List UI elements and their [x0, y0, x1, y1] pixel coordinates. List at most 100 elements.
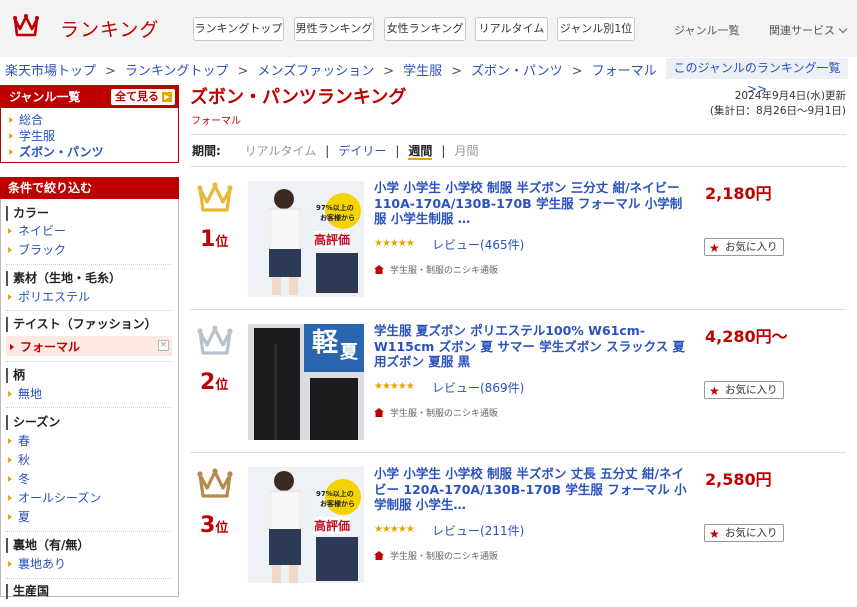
triangle-bullet-icon: [8, 476, 12, 482]
ranking-logo-text[interactable]: ランキング: [60, 15, 159, 42]
crown-gold-icon: [197, 182, 233, 212]
filter-color-navy[interactable]: ネイビー: [8, 223, 66, 239]
ranking-item: 3位 97%以上の お客様から 高評価 小学 小学生 小学校 制服 半ズボン 丈…: [190, 466, 846, 607]
tab-monthly[interactable]: 月間: [454, 144, 478, 158]
breadcrumb-school-uniform[interactable]: 学生服: [403, 64, 442, 79]
nav-genre-first[interactable]: ジャンル別1位: [557, 17, 635, 41]
sidebar: ジャンル一覧 全て見る ▶ 総合 学生服 ズボン・パンツ 条件で絞り込む カラー …: [0, 85, 179, 599]
tab-sep: |: [395, 144, 400, 158]
product-name-link[interactable]: 小学 小学生 小学校 制服 半ズボン 三分丈 紺/ネイビー 110A-170A/…: [374, 180, 694, 227]
tab-sep: |: [441, 144, 446, 158]
filter-item-label: 春: [18, 434, 31, 448]
see-all-button[interactable]: 全て見る ▶: [111, 89, 175, 105]
star-icon: ★: [709, 384, 720, 398]
arrow-right-icon: ▶: [162, 92, 172, 102]
filter-lining-yes[interactable]: 裏地あり: [8, 556, 66, 572]
filter-taste-formal: フォーマル: [10, 338, 80, 355]
genre-item-label: 学生服: [19, 129, 56, 143]
crown-silver-icon: [197, 325, 233, 355]
filter-material-polyester[interactable]: ポリエステル: [8, 289, 90, 305]
badge-text: お客様から: [320, 214, 355, 222]
product-image[interactable]: 軽 夏: [248, 324, 364, 440]
divider: [190, 166, 846, 167]
subgenre-label: フォーマル: [191, 116, 241, 127]
triangle-bullet-icon: [8, 438, 12, 444]
tab-realtime[interactable]: リアルタイム: [245, 144, 317, 158]
badge-text: 97%以上の: [316, 490, 354, 498]
genre-ranking-list-link[interactable]: このジャンルのランキング一覧 >>: [666, 58, 848, 96]
divider: [6, 531, 172, 532]
genre-box-header: ジャンル一覧 全て見る ▶: [1, 86, 178, 108]
aggregation-period: (集計日：8月26日〜9月1日): [709, 105, 846, 117]
filter-season-summer[interactable]: 夏: [8, 509, 30, 525]
shop-name[interactable]: 学生服・制服のニシキ通販: [374, 549, 498, 562]
breadcrumb-formal[interactable]: フォーマル: [592, 64, 657, 79]
shop-name-label: 学生服・制服のニシキ通販: [390, 552, 499, 562]
triangle-bullet-icon: [8, 391, 12, 397]
genre-list-link[interactable]: ジャンル一覧: [674, 22, 739, 38]
genre-item-all[interactable]: 総合: [1, 112, 178, 128]
filter-color-black[interactable]: ブラック: [8, 242, 66, 258]
product-name-link[interactable]: 小学 小学生 小学校 制服 半ズボン 丈長 五分丈 紺/ネイビー 120A-17…: [374, 466, 694, 513]
review-link[interactable]: レビュー(869件): [432, 379, 524, 396]
nav-realtime[interactable]: リアルタイム: [475, 17, 548, 41]
period-label: 期間:: [192, 144, 221, 158]
breadcrumb-ranking-top[interactable]: ランキングトップ: [125, 64, 229, 79]
breadcrumb-rakuten-top[interactable]: 楽天市場トップ: [5, 64, 96, 79]
filter-item-label: 秋: [18, 453, 31, 467]
add-favorite-button[interactable]: ★ お気に入り: [704, 381, 784, 399]
tab-weekly[interactable]: 週間: [408, 144, 433, 160]
nav-male-ranking[interactable]: 男性ランキング: [294, 17, 374, 41]
product-image[interactable]: 97%以上の お客様から 高評価: [248, 181, 364, 297]
shop-name[interactable]: 学生服・制服のニシキ通販: [374, 263, 498, 276]
clear-filter-icon[interactable]: ×: [158, 340, 169, 351]
breadcrumb-pants[interactable]: ズボン・パンツ: [471, 64, 563, 79]
rank-suffix: 位: [215, 521, 229, 536]
rating-stars: ★★★★★: [374, 381, 415, 392]
ranking-item: 1位 97%以上の お客様から 高評価 小学 小学生 小学校 制服 半ズボン 三…: [190, 180, 846, 321]
triangle-bullet-icon: [8, 247, 12, 253]
star-icon: ★: [709, 241, 720, 255]
filter-season-autumn[interactable]: 秋: [8, 452, 30, 468]
triangle-bullet-icon: [8, 561, 12, 567]
divider: [190, 452, 846, 453]
shop-icon: [374, 265, 384, 274]
breadcrumb: 楽天市場トップ > ランキングトップ > メンズファッション > 学生服 > ズボン・パンツ > フ…: [5, 60, 657, 79]
crown-logo-icon[interactable]: [12, 13, 40, 39]
add-favorite-button[interactable]: ★ お気に入り: [704, 238, 784, 256]
genre-item-pants[interactable]: ズボン・パンツ: [1, 144, 178, 160]
badge-text: 高評価: [314, 231, 351, 248]
rank-number: 3位: [200, 513, 228, 538]
genre-box: ジャンル一覧 全て見る ▶ 総合 学生服 ズボン・パンツ: [0, 85, 179, 163]
nav-ranking-top[interactable]: ランキングトップ: [193, 17, 284, 41]
tab-daily[interactable]: デイリー: [338, 144, 386, 158]
triangle-bullet-icon: [10, 344, 14, 350]
filter-season-all-season[interactable]: オールシーズン: [8, 490, 101, 506]
triangle-bullet-icon: [9, 149, 13, 155]
filter-pattern-solid[interactable]: 無地: [8, 386, 42, 402]
genre-item-school-uniform[interactable]: 学生服: [1, 128, 178, 144]
add-favorite-button[interactable]: ★ お気に入り: [704, 524, 784, 542]
price: 2,580円: [705, 470, 772, 489]
filter-season-winter[interactable]: 冬: [8, 471, 30, 487]
related-services-menu[interactable]: 関連サービス: [769, 22, 848, 38]
product-name-link[interactable]: 学生服 夏ズボン ポリエステル100% W61cm-W115cm ズボン 夏 サ…: [374, 323, 694, 370]
review-link[interactable]: レビュー(211件): [432, 522, 524, 539]
product-image[interactable]: 97%以上の お客様から 高評価: [248, 467, 364, 583]
nav-female-ranking[interactable]: 女性ランキング: [384, 17, 466, 41]
filter-cat-color: カラー: [6, 206, 49, 221]
review-link[interactable]: レビュー(465件): [432, 236, 524, 253]
shop-icon: [374, 551, 384, 560]
rating-stars: ★★★★★: [374, 524, 415, 535]
rank-suffix: 位: [215, 378, 229, 393]
filter-cat-pattern: 柄: [6, 368, 25, 383]
divider: [6, 407, 172, 408]
shop-name[interactable]: 学生服・制服のニシキ通販: [374, 406, 498, 419]
filter-season-spring[interactable]: 春: [8, 433, 30, 449]
updated-date-line: 2024年9月4日(水)更新: [734, 90, 846, 102]
breadcrumb-mens-fashion[interactable]: メンズファッション: [257, 64, 374, 79]
genre-item-label: 総合: [19, 113, 44, 127]
rank-value: 3: [200, 513, 216, 538]
shop-name-label: 学生服・制服のニシキ通販: [390, 409, 499, 419]
filter-taste-formal-selected[interactable]: フォーマル ×: [6, 336, 172, 356]
